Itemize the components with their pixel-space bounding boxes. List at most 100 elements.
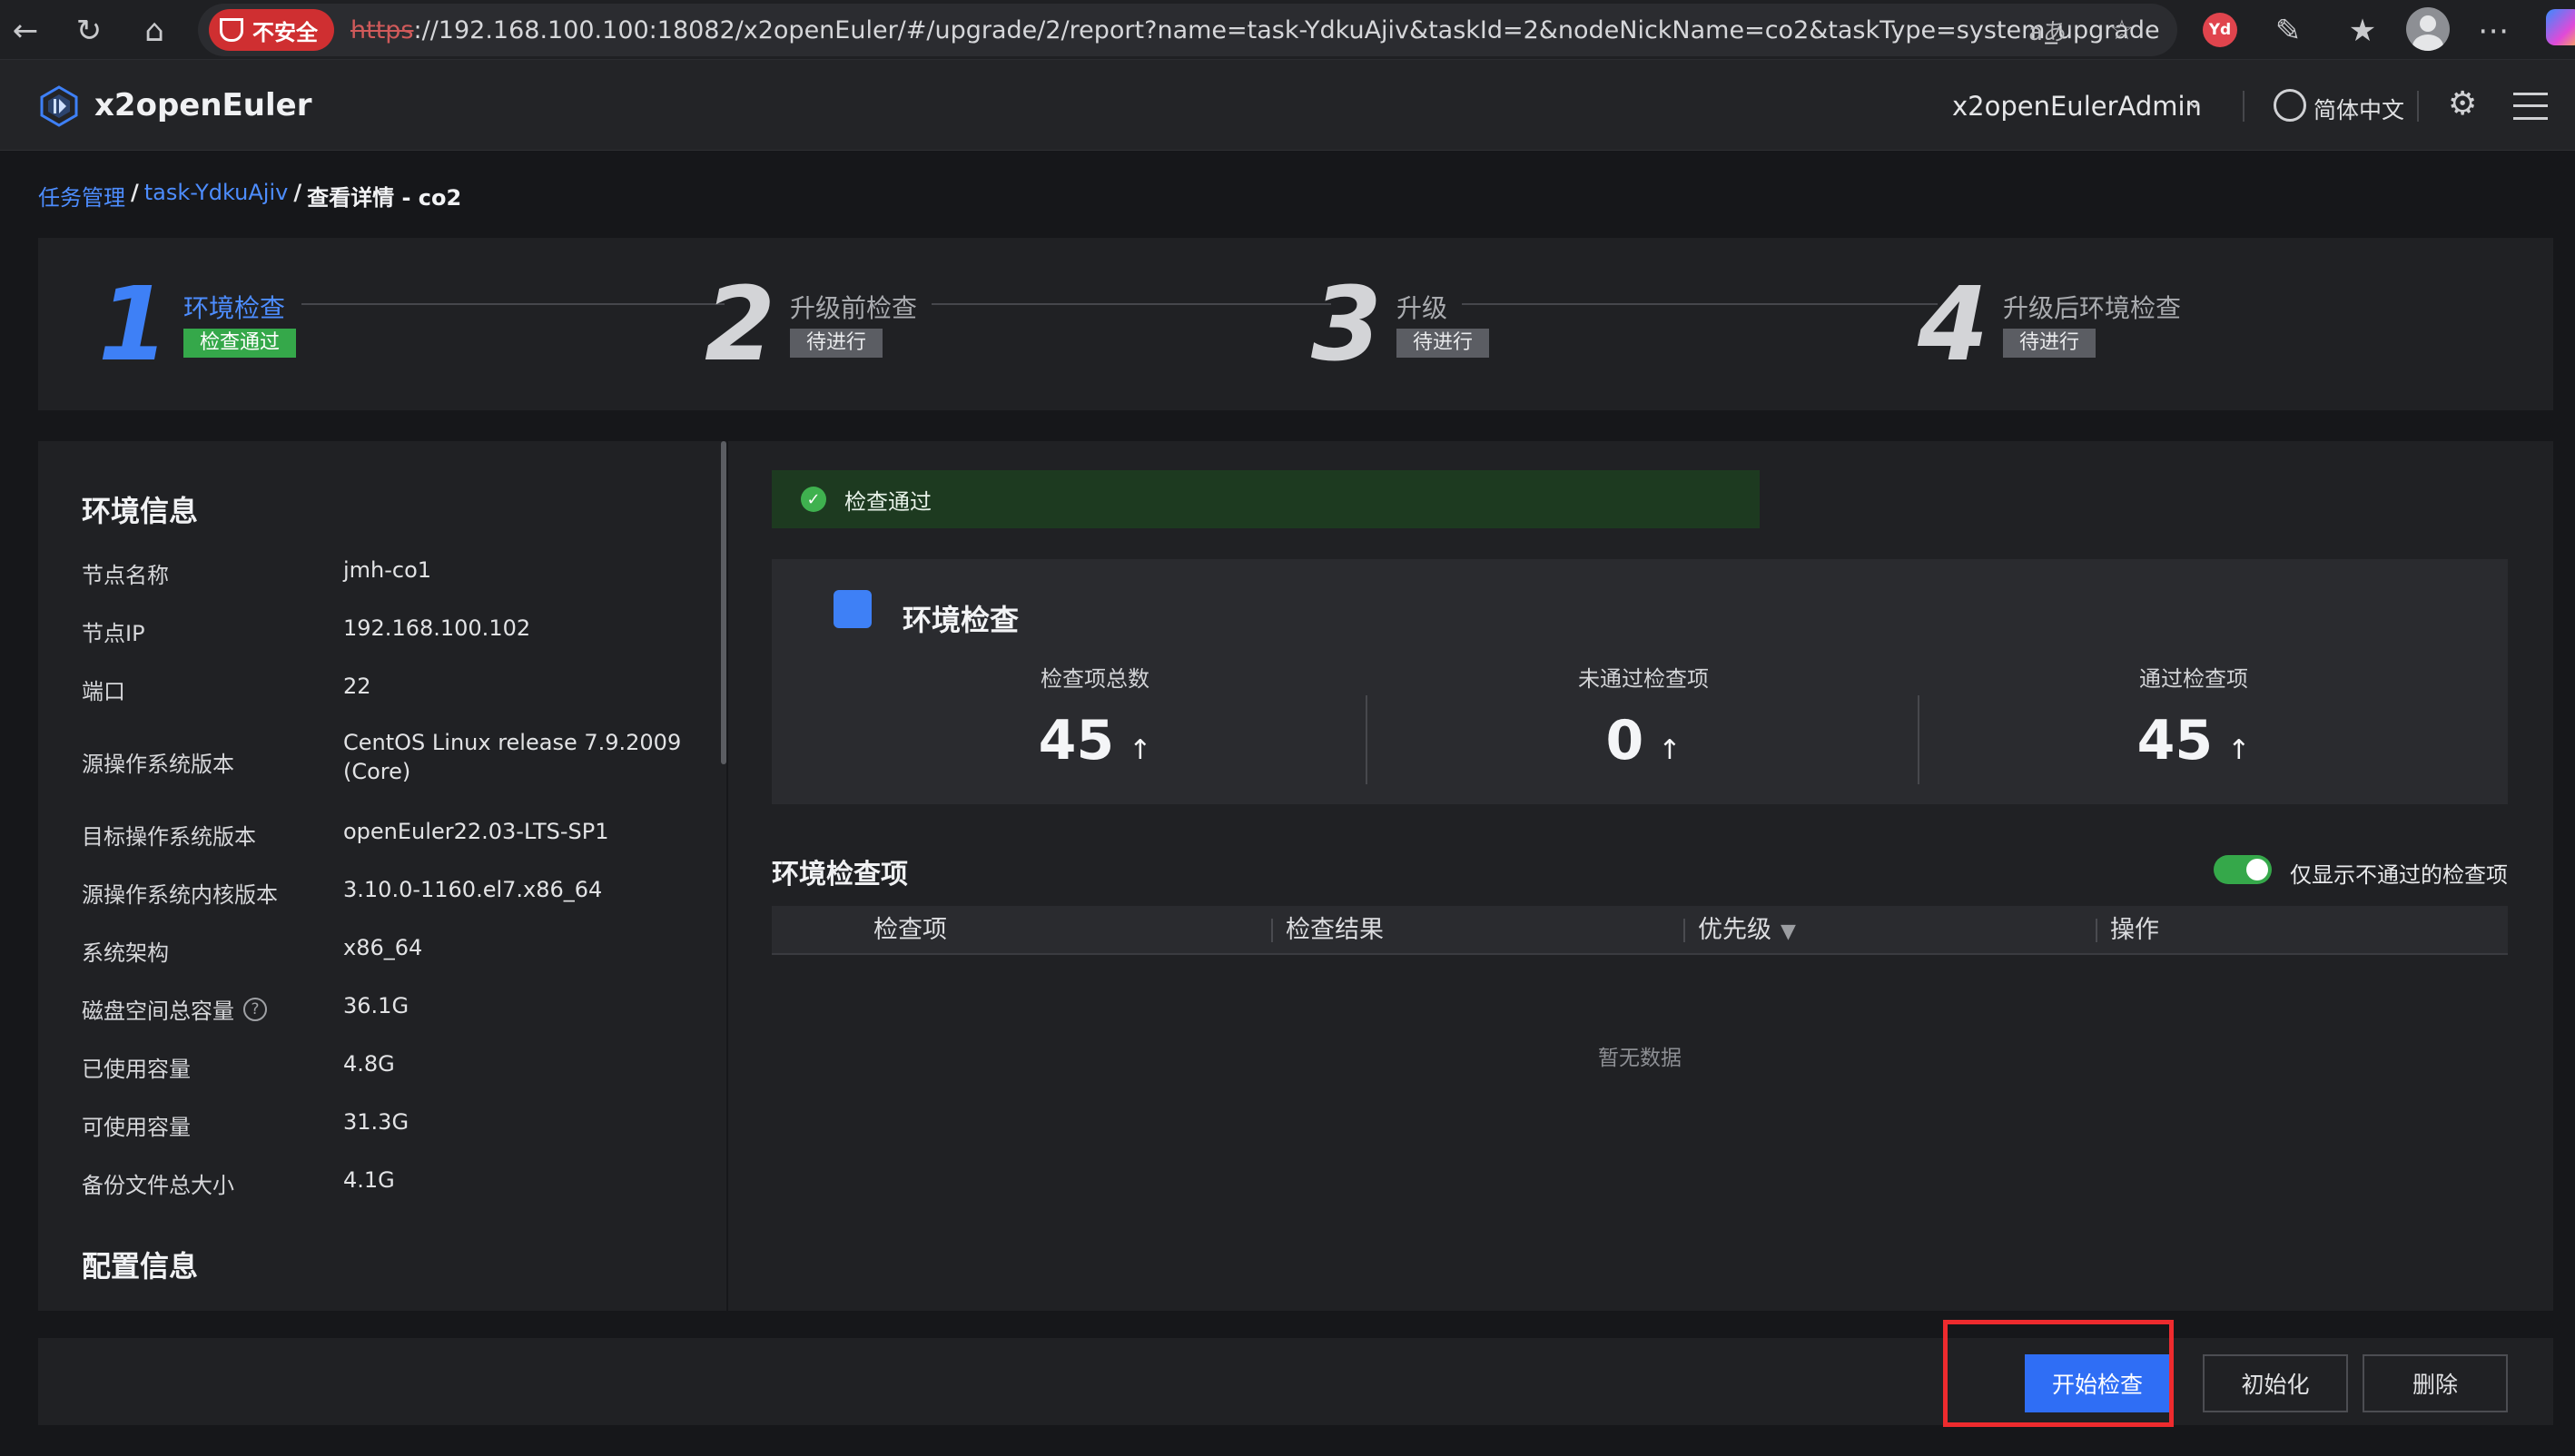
check-summary-card: 环境检查 检查项总数 45 ↑ 未通过检查项 0 ↑ 通过检查项 45 ↑ [772,559,2508,804]
chevron-down-icon[interactable]: ⌄ [2185,87,2205,114]
column-divider [1683,919,1685,942]
breadcrumb-task[interactable]: task-YdkuAjiv [144,180,289,212]
banner-text: 检查通过 [844,488,932,515]
pass-banner: ✓ 检查通过 [772,470,1760,528]
help-icon[interactable]: ? [243,997,267,1021]
divider [1366,695,1367,784]
info-value: 36.1G [343,993,409,1018]
info-value: 31.3G [343,1109,409,1135]
gear-icon[interactable]: ⚙ [2448,85,2477,123]
check-circle-icon: ✓ [801,487,826,512]
favorite-star-icon[interactable]: ☆ [2099,7,2145,53]
read-aloud-icon[interactable]: aあ [2025,7,2070,53]
square-icon [834,590,872,628]
table-header: 检查项 检查结果 优先级 ▼ 操作 [772,906,2508,955]
info-label: 端口 [82,679,125,704]
globe-icon[interactable] [2274,89,2306,122]
stat-value: 0 ↑ [1605,709,1682,772]
info-value: x86_64 [343,935,423,960]
delete-button[interactable]: 删除 [2363,1354,2508,1412]
info-label: 节点IP [82,621,145,646]
stat-value: 45 ↑ [1038,709,1152,772]
profile-avatar[interactable] [2406,7,2450,51]
more-icon[interactable]: ⋯ [2470,7,2517,54]
only-failed-toggle[interactable] [2214,855,2272,884]
reload-icon[interactable]: ↻ [65,7,113,54]
stat-value: 45 ↑ [2136,709,2251,772]
info-value: 192.168.100.102 [343,615,531,641]
copilot-icon[interactable] [2546,9,2575,45]
stat-total: 检查项总数 45 ↑ [913,661,1277,772]
config-info-title: 配置信息 [82,1249,199,1284]
extensions-icon[interactable]: ✎ [2264,7,2312,54]
info-label: 节点名称 [82,563,169,588]
info-label: 源操作系统版本 [82,752,234,777]
info-label: 磁盘空间总容量 [82,999,234,1024]
info-label: 已使用容量 [82,1057,191,1082]
menu-icon[interactable] [2513,93,2548,120]
step-1-number: 1 [98,266,169,384]
toggle-label: 仅显示不通过的检查项 [2290,862,2508,888]
info-label: 源操作系统内核版本 [82,882,278,908]
filter-icon[interactable]: ▼ [1781,908,1796,957]
divider [2243,91,2244,122]
info-value: 4.8G [343,1051,395,1077]
upgrade-steps: 1 环境检查 检查通过 2 升级前检查 待进行 3 升级 待进行 4 升级后环境… [38,238,2553,410]
column-divider [2096,919,2097,942]
extension-yd-icon[interactable]: Yd [2203,13,2237,47]
info-label-disk: 磁盘空间总容量 ? [82,993,267,1025]
arrow-up-icon: ↑ [1129,734,1152,766]
breadcrumb-task-management[interactable]: 任务管理 [38,180,125,212]
breadcrumb-current: 查看详情 - co2 [307,185,462,211]
insecure-badge[interactable]: 不安全 [209,9,334,51]
breadcrumb-separator: / [131,180,139,205]
scrollbar[interactable] [721,441,726,764]
step-3-status: 待进行 [1396,329,1490,358]
info-value: jmh-co1 [343,557,432,583]
home-icon[interactable]: ⌂ [131,7,178,54]
user-menu[interactable]: x2openEulerAdmin [1952,91,2202,122]
step-4-number: 4 [1918,266,1988,384]
arrow-up-icon: ↑ [1658,734,1682,766]
stat-failed: 未通过检查项 0 ↑ [1462,661,1825,772]
stat-label: 未通过检查项 [1578,666,1709,692]
step-2-number: 2 [705,266,775,384]
env-info-title: 环境信息 [82,494,199,528]
column-divider [1271,919,1273,942]
info-label: 可使用容量 [82,1115,191,1140]
address-bar[interactable]: 不安全 https://192.168.100.100:18082/x2open… [198,4,2177,56]
column-check-result: 检查结果 [1286,916,1384,944]
step-2-title[interactable]: 升级前检查 [790,289,917,325]
stat-passed: 通过检查项 45 ↑ [2012,661,2375,772]
check-items-title: 环境检查项 [772,859,908,890]
shield-icon [220,18,243,42]
brand-name: x2openEuler [94,87,312,123]
breadcrumb: 任务管理 / task-YdkuAjiv / 查看详情 - co2 [38,180,461,212]
info-value: CentOS Linux release 7.9.2009 (Core) [343,730,682,784]
step-4-title[interactable]: 升级后环境检查 [2003,289,2181,325]
url-text[interactable]: https://192.168.100.100:18082/x2openEule… [350,16,2160,44]
stat-label: 检查项总数 [1041,666,1149,692]
breadcrumb-separator: / [293,180,302,205]
divider [1918,695,1919,784]
app-header: x2openEuler x2openEulerAdmin ⌄ 简体中文 ⚙ [0,60,2575,151]
info-label: 系统架构 [82,940,169,966]
column-check-item: 检查项 [873,916,947,944]
initialize-button[interactable]: 初始化 [2203,1354,2348,1412]
stat-label: 通过检查项 [2139,666,2248,692]
step-3-number: 3 [1311,266,1382,384]
step-connector [932,303,1331,305]
column-priority: 优先级 ▼ [1698,906,1796,955]
arrow-up-icon: ↑ [2227,734,2251,766]
favorites-icon[interactable]: ★ [2339,7,2386,54]
language-switch[interactable]: 简体中文 [2314,93,2404,125]
step-connector [1462,303,1938,305]
highlight-box [1943,1320,2174,1427]
info-value: openEuler22.03-LTS-SP1 [343,819,609,844]
back-icon[interactable]: ← [2,7,49,54]
step-1-title[interactable]: 环境检查 [183,289,285,325]
env-info-panel: 环境信息 节点名称 jmh-co1 节点IP 192.168.100.102 端… [38,441,726,1311]
check-report-panel: ✓ 检查通过 环境检查 检查项总数 45 ↑ 未通过检查项 0 ↑ 通过检查项 45… [728,441,2553,1311]
step-4-status: 待进行 [2003,329,2097,358]
step-3-title[interactable]: 升级 [1396,289,1447,325]
